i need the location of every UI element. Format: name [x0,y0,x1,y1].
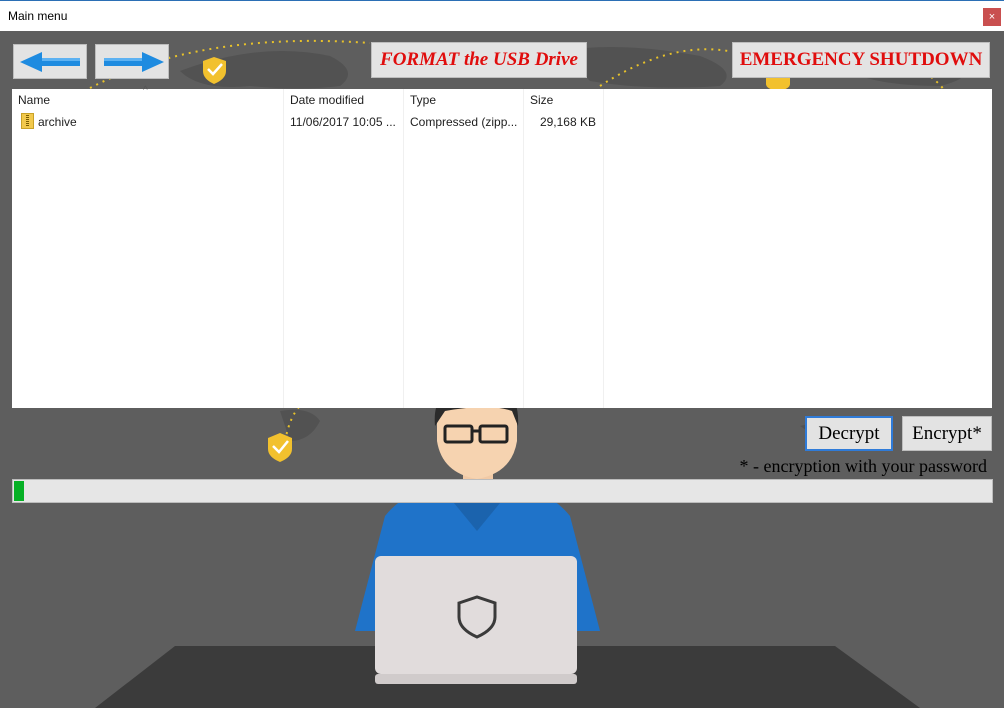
progress-bar [12,479,993,503]
file-name: archive [38,115,77,129]
file-list: ^ Name Date modified Type Size archive 1… [12,85,992,408]
column-divider [403,89,404,408]
arrow-left-icon [20,52,80,72]
column-divider [283,89,284,408]
format-usb-button[interactable]: FORMAT the USB Drive [371,42,587,78]
close-button[interactable]: × [983,8,1001,26]
file-type: Compressed (zipp... [410,115,518,129]
decrypt-button[interactable]: Decrypt [805,416,893,451]
forward-button[interactable] [95,44,169,79]
column-divider [603,89,604,408]
main-stage: FORMAT the USB Drive EMERGENCY SHUTDOWN … [0,31,1004,708]
column-header-size[interactable]: Size [530,93,553,107]
column-divider [523,89,524,408]
shield-icon [268,433,292,462]
window-title: Main menu [8,9,68,23]
laptop-illustration [375,556,577,684]
column-header-name[interactable]: Name [18,93,50,107]
emergency-shutdown-button[interactable]: EMERGENCY SHUTDOWN [732,42,990,78]
column-header-date[interactable]: Date modified [290,93,364,107]
encrypt-button[interactable]: Encrypt* [902,416,992,451]
title-bar: Main menu × [0,0,1004,31]
progress-fill [14,481,24,501]
file-date: 11/06/2017 10:05 ... [290,115,396,129]
encryption-note: * - encryption with your password [739,456,987,476]
sort-indicator: ^ [143,85,148,96]
column-header-type[interactable]: Type [410,93,436,107]
back-button[interactable] [13,44,87,79]
zip-folder-icon [21,113,34,129]
arrow-right-icon [104,52,164,72]
file-row[interactable]: archive 11/06/2017 10:05 ... Compressed … [12,111,992,131]
file-size: 29,168 KB [539,115,596,129]
